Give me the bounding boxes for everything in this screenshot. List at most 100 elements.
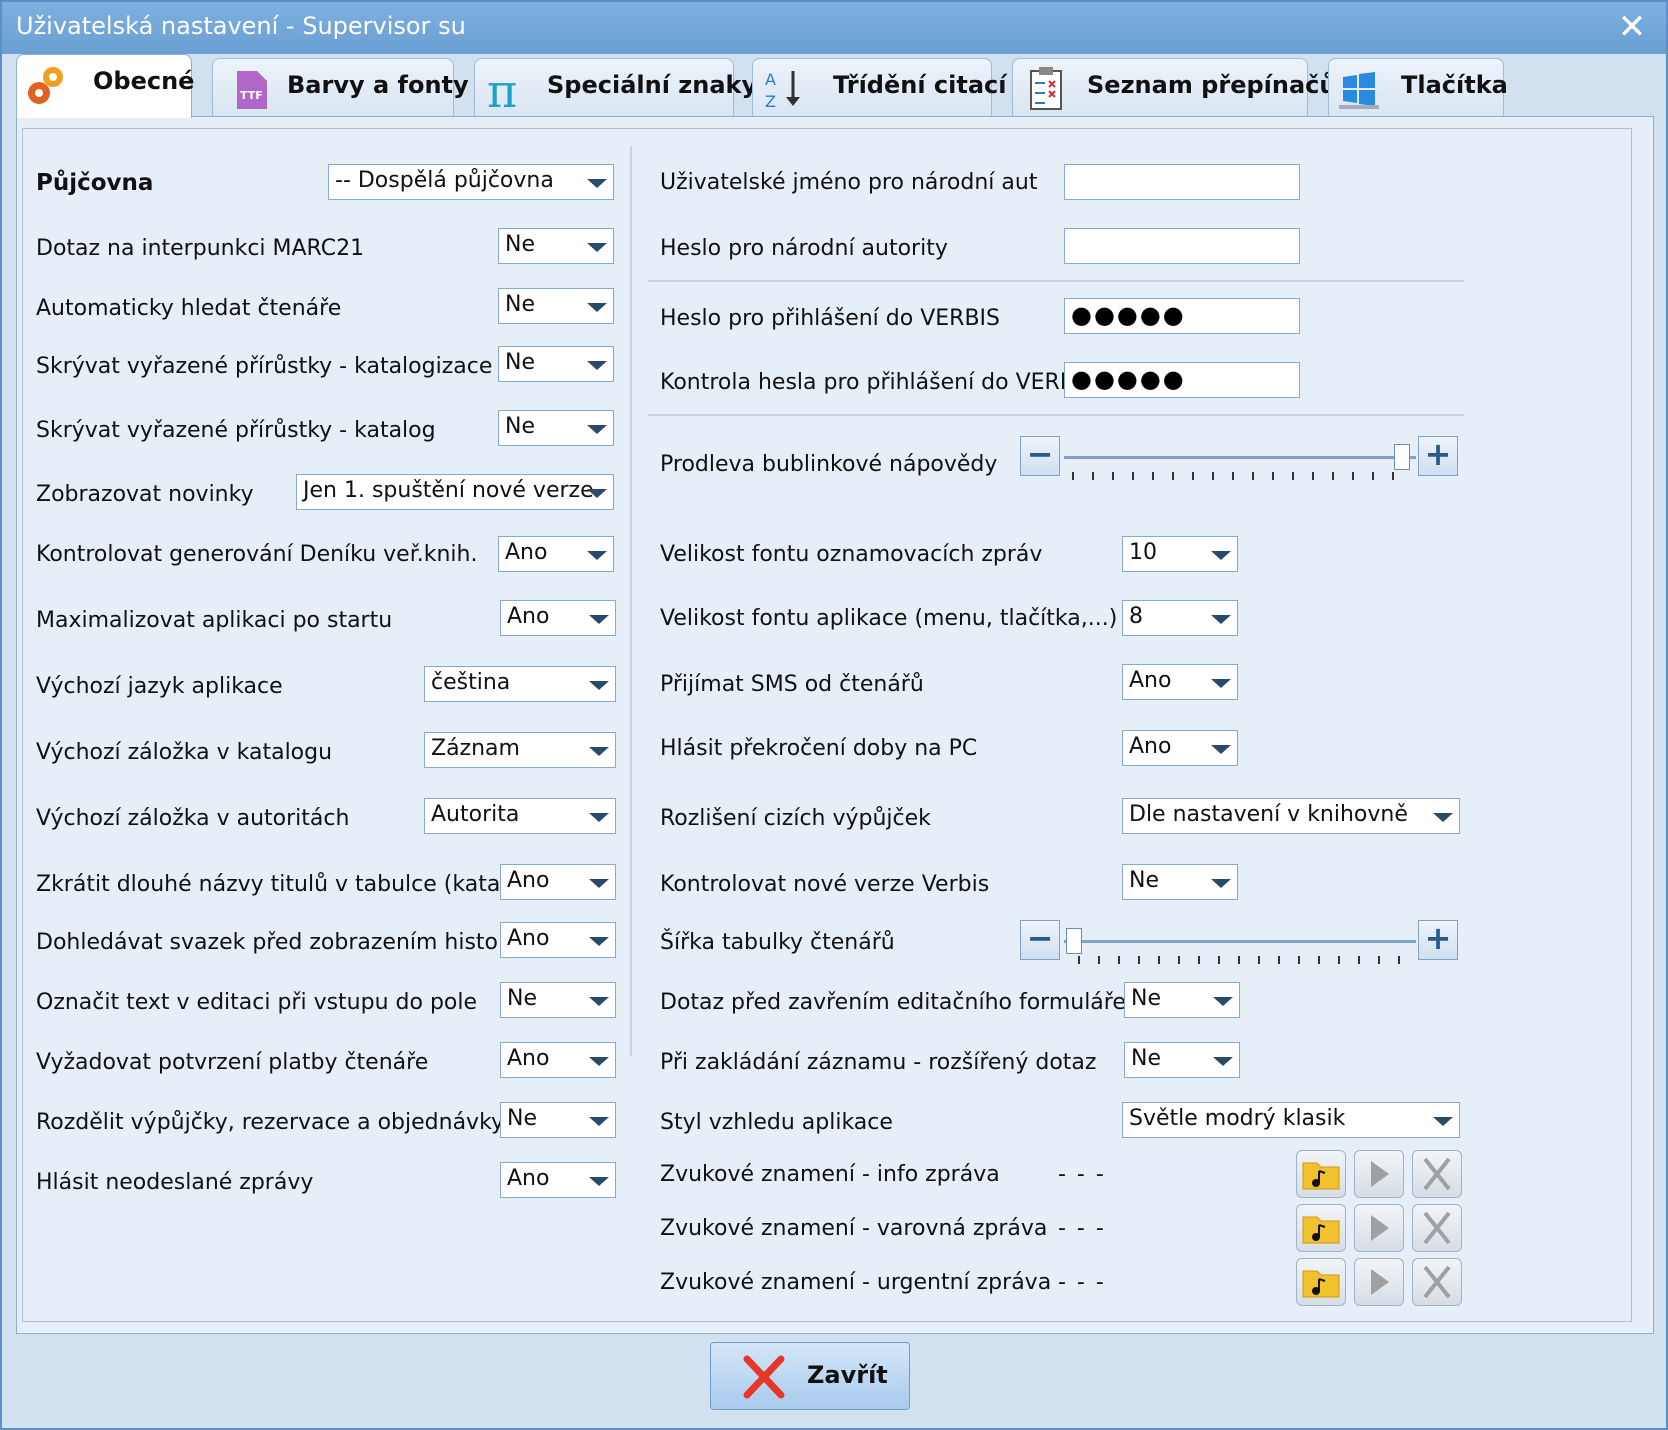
svg-text:π: π	[487, 65, 517, 113]
tooltip-delay-slider-track[interactable]	[1064, 456, 1416, 459]
national-authority-username-field[interactable]	[1064, 164, 1300, 200]
setting-label: Dotaz na interpunkci MARC21	[36, 236, 365, 261]
tooltip-delay-increase-button[interactable]: +	[1418, 436, 1458, 476]
app-style-select[interactable]: Světle modrý klasik	[1122, 1102, 1460, 1138]
setting-label: Dotaz před zavřením editačního formuláře	[660, 990, 1126, 1015]
reader-table-width-decrease-button[interactable]: −	[1020, 920, 1060, 960]
setting-label: Dohledávat svazek před zobrazením histor…	[36, 930, 527, 955]
setting-label: Maximalizovat aplikaci po startu	[36, 608, 393, 633]
notification-font-size-select[interactable]: 10	[1122, 536, 1238, 572]
app-font-size-select[interactable]: 8	[1122, 600, 1238, 636]
play-icon	[1371, 1161, 1389, 1187]
setting-label: Zvukové znamení - urgentní zpráva	[660, 1270, 1052, 1295]
slider-ticks	[1078, 956, 1412, 964]
windows-icon	[1339, 72, 1379, 109]
maximize-app-select[interactable]: Ano	[500, 600, 616, 636]
sound-file-value: - - -	[1058, 1270, 1106, 1295]
window-title: Uživatelská nastavení - Supervisor su	[16, 12, 466, 40]
sound-warning-play-button[interactable]	[1354, 1204, 1404, 1252]
sound-warning-clear-button[interactable]	[1412, 1204, 1462, 1252]
setting-label: Heslo pro národní autority	[660, 236, 948, 261]
show-news-select[interactable]: Jen 1. spuštění nové verze	[296, 474, 614, 510]
sound-urgent-browse-button[interactable]	[1296, 1258, 1346, 1306]
default-authority-tab-select[interactable]: Autorita	[424, 798, 616, 834]
tab-obecne[interactable]: Obecné	[16, 54, 195, 118]
settings-window: Uživatelská nastavení - Supervisor su ✕ …	[0, 0, 1668, 1430]
setting-label: Kontrola hesla pro přihlášení do VERBIS	[660, 370, 1096, 395]
shorten-titles-select[interactable]: Ano	[500, 864, 616, 900]
foreign-loans-select[interactable]: Dle nastavení v knihovně	[1122, 798, 1460, 834]
setting-label: Velikost fontu oznamovacích zpráv	[660, 542, 1043, 567]
setting-label: Šířka tabulky čtenářů	[660, 930, 895, 955]
select-text-on-edit-select[interactable]: Ne	[500, 982, 616, 1018]
tab-seznam-prepinacu[interactable]: Seznam přepínačů	[1012, 58, 1336, 118]
clear-icon	[1423, 1211, 1451, 1245]
setting-label: Označit text v editaci při vstupu do pol…	[36, 990, 478, 1015]
title-bar[interactable]: Uživatelská nastavení - Supervisor su ✕	[2, 2, 1666, 54]
setting-label: Zvukové znamení - info zpráva	[660, 1162, 1000, 1187]
tab-barvy-a-fonty[interactable]: TTF Barvy a fonty	[212, 58, 469, 118]
hide-discarded-catalog-select[interactable]: Ne	[498, 410, 614, 446]
reader-table-width-slider-thumb[interactable]	[1066, 928, 1082, 954]
marc21-punctuation-select[interactable]: Ne	[498, 228, 614, 264]
svg-text:A: A	[765, 70, 776, 89]
verbis-password-confirm-field[interactable]: ●●●●●	[1064, 362, 1300, 398]
svg-text:TTF: TTF	[240, 89, 263, 102]
tab-specialni-znaky[interactable]: π Speciální znaky	[474, 58, 757, 118]
setting-label: Skrývat vyřazené přírůstky - katalogizac…	[36, 354, 493, 379]
tooltip-delay-decrease-button[interactable]: −	[1020, 436, 1060, 476]
tab-label: Třídění citací	[833, 71, 1007, 99]
clear-icon	[1423, 1157, 1451, 1191]
section-divider	[648, 280, 1464, 282]
check-journal-select[interactable]: Ano	[498, 536, 614, 572]
setting-label: Skrývat vyřazené přírůstky - katalog	[36, 418, 436, 443]
auto-search-reader-select[interactable]: Ne	[498, 288, 614, 324]
close-button[interactable]: Zavřít	[710, 1342, 910, 1410]
confirm-payment-select[interactable]: Ano	[500, 1042, 616, 1078]
tab-label: Tlačítka	[1401, 71, 1508, 99]
setting-label: Výchozí záložka v katalogu	[36, 740, 333, 765]
default-language-select[interactable]: čeština	[424, 666, 616, 702]
tooltip-delay-slider-thumb[interactable]	[1394, 444, 1410, 470]
receive-sms-select[interactable]: Ano	[1122, 664, 1238, 700]
default-catalog-tab-select[interactable]: Záznam	[424, 732, 616, 768]
check-new-versions-select[interactable]: Ne	[1122, 864, 1238, 900]
confirm-close-form-select[interactable]: Ne	[1124, 982, 1240, 1018]
setting-label: Výchozí záložka v autoritách	[36, 806, 350, 831]
split-loans-select[interactable]: Ne	[500, 1102, 616, 1138]
music-folder-icon	[1302, 1162, 1340, 1190]
lookup-volume-select[interactable]: Ano	[500, 922, 616, 958]
setting-label: Výchozí jazyk aplikace	[36, 674, 283, 699]
setting-label: Heslo pro přihlášení do VERBIS	[660, 306, 1000, 331]
column-divider	[630, 146, 632, 1056]
close-button-label: Zavřít	[807, 1361, 888, 1389]
setting-label: Prodleva bublinkové nápovědy	[660, 452, 998, 477]
national-authority-password-field[interactable]	[1064, 228, 1300, 264]
setting-label: Zkrátit dlouhé názvy titulů v tabulce (k…	[36, 872, 543, 897]
sound-urgent-play-button[interactable]	[1354, 1258, 1404, 1306]
extended-query-select[interactable]: Ne	[1124, 1042, 1240, 1078]
tab-trideni-citaci[interactable]: A Z Třídění citací	[752, 58, 1007, 118]
setting-label: Velikost fontu aplikace (menu, tlačítka,…	[660, 606, 1118, 631]
reader-table-width-slider-track[interactable]	[1064, 940, 1416, 943]
sound-info-clear-button[interactable]	[1412, 1150, 1462, 1198]
hide-discarded-cataloging-select[interactable]: Ne	[498, 346, 614, 382]
pujcovna-select[interactable]: -- Dospělá půjčovna	[328, 164, 614, 200]
music-folder-icon	[1302, 1216, 1340, 1244]
setting-label: Styl vzhledu aplikace	[660, 1110, 893, 1135]
sound-info-play-button[interactable]	[1354, 1150, 1404, 1198]
setting-label: Při zakládání záznamu - rozšířený dotaz	[660, 1050, 1097, 1075]
pc-time-exceeded-select[interactable]: Ano	[1122, 730, 1238, 766]
tab-tlacitka[interactable]: Tlačítka	[1328, 58, 1508, 118]
verbis-password-field[interactable]: ●●●●●	[1064, 298, 1300, 334]
setting-label: Hlásit překročení doby na PC	[660, 736, 978, 761]
sound-urgent-clear-button[interactable]	[1412, 1258, 1462, 1306]
close-icon[interactable]: ✕	[1612, 4, 1652, 50]
setting-label: Rozlišení cizích výpůjček	[660, 806, 931, 831]
sound-warning-browse-button[interactable]	[1296, 1204, 1346, 1252]
tab-label: Obecné	[93, 67, 195, 95]
reader-table-width-increase-button[interactable]: +	[1418, 920, 1458, 960]
sound-info-browse-button[interactable]	[1296, 1150, 1346, 1198]
tab-label: Speciální znaky	[547, 71, 758, 99]
unsent-messages-select[interactable]: Ano	[500, 1162, 616, 1198]
